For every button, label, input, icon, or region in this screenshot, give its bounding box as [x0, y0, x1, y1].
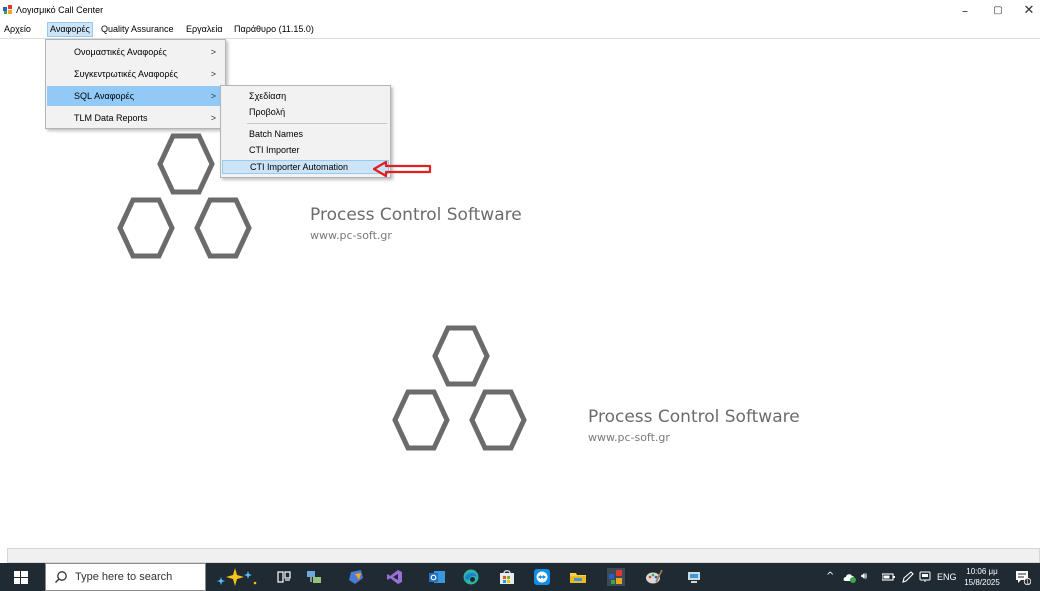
task-view-icon[interactable]	[275, 568, 293, 586]
app-icon	[3, 5, 12, 14]
taskbar-time: 10:06 μμ	[966, 567, 998, 576]
menu-item-sql-reports[interactable]: SQL Αναφορές >	[47, 86, 224, 106]
file-explorer-icon[interactable]	[569, 568, 587, 586]
office-app-icon[interactable]	[347, 568, 365, 586]
red-arrow-annotation	[372, 160, 432, 178]
menu-file[interactable]: Αρχείο	[2, 23, 33, 36]
chevron-right-icon: >	[210, 91, 216, 101]
windows-start-icon[interactable]	[14, 571, 28, 584]
search-icon	[55, 571, 67, 583]
logo-url-upper: www.pc-soft.gr	[310, 229, 392, 242]
teamviewer-icon[interactable]	[533, 568, 551, 586]
search-placeholder: Type here to search	[75, 571, 173, 583]
close-button[interactable]: ✕	[1014, 2, 1040, 20]
chevron-right-icon: >	[210, 47, 216, 57]
menu-reports[interactable]: Αναφορές	[47, 22, 93, 37]
paint-app-icon[interactable]	[645, 568, 663, 586]
menu-item-tlm-data-reports[interactable]: TLM Data Reports >	[47, 108, 224, 128]
edge-browser-icon[interactable]	[462, 568, 480, 586]
taskbar-search-box[interactable]: Type here to search	[45, 563, 206, 591]
menu-item-view[interactable]: Προβολή	[222, 105, 389, 119]
logo-company-name-lower: Process Control Software	[588, 407, 800, 427]
menu-window[interactable]: Παράθυρο (11.15.0)	[232, 23, 316, 36]
notification-count-badge: 1	[1026, 580, 1030, 585]
visual-studio-icon[interactable]	[386, 568, 404, 586]
volume-icon[interactable]: 🔊︎	[861, 563, 867, 591]
taskbar-date: 15/8/2025	[964, 578, 1000, 587]
sql-reports-submenu: Σχεδίαση Προβολή Batch Names CTI Importe…	[220, 85, 391, 178]
logo-url-lower: www.pc-soft.gr	[588, 431, 670, 444]
network-tools-icon[interactable]	[305, 568, 323, 586]
menu-quality-assurance[interactable]: Quality Assurance	[99, 23, 176, 36]
menu-item-cti-importer[interactable]: CTI Importer	[222, 143, 389, 157]
taskbar-clock[interactable]: 10:06 μμ 15/8/2025	[962, 566, 1002, 588]
chevron-right-icon: >	[210, 113, 216, 123]
menu-tools[interactable]: Εργαλεία	[184, 23, 225, 36]
menu-separator	[247, 123, 387, 124]
menu-item-cti-importer-automation[interactable]: CTI Importer Automation	[222, 160, 389, 174]
remote-desktop-icon[interactable]	[685, 568, 703, 586]
network-icon[interactable]	[882, 572, 895, 582]
menu-item-batch-names[interactable]: Batch Names	[222, 127, 389, 141]
language-indicator[interactable]: ENG	[937, 563, 957, 591]
notification-center-icon[interactable]: 1	[1015, 569, 1031, 585]
chevron-up-icon[interactable]: ^	[826, 563, 834, 591]
touch-keyboard-icon[interactable]	[919, 571, 931, 583]
call-center-app-icon[interactable]	[607, 568, 625, 586]
reports-menu: Ονομαστικές Αναφορές > Συγκεντρωτικές Αν…	[45, 39, 226, 129]
copilot-sparkle-icon[interactable]	[208, 565, 262, 589]
outlook-icon[interactable]	[428, 568, 446, 586]
onedrive-sync-icon[interactable]	[843, 572, 857, 584]
menu-bar: Αρχείο Αναφορές Quality Assurance Εργαλε…	[0, 20, 1040, 39]
menu-item-summary-reports[interactable]: Συγκεντρωτικές Αναφορές >	[47, 64, 224, 84]
taskbar: Type here to search ^ 🔊︎ ENG 10:06 μμ 15…	[0, 563, 1040, 591]
status-bar	[7, 548, 1040, 563]
microsoft-store-icon[interactable]	[498, 568, 516, 586]
menu-item-design[interactable]: Σχεδίαση	[222, 89, 389, 103]
menu-item-named-reports[interactable]: Ονομαστικές Αναφορές >	[47, 42, 224, 62]
logo-company-name-upper: Process Control Software	[310, 205, 522, 225]
pen-icon[interactable]	[901, 571, 914, 583]
maximize-button[interactable]: ▢	[983, 2, 1013, 20]
window-title: Λογισμικό Call Center	[16, 5, 104, 15]
minimize-button[interactable]: –	[950, 2, 980, 20]
title-bar: Λογισμικό Call Center – ▢ ✕	[0, 0, 1040, 20]
pcsoft-logo-lower	[392, 325, 527, 451]
chevron-right-icon: >	[210, 69, 216, 79]
